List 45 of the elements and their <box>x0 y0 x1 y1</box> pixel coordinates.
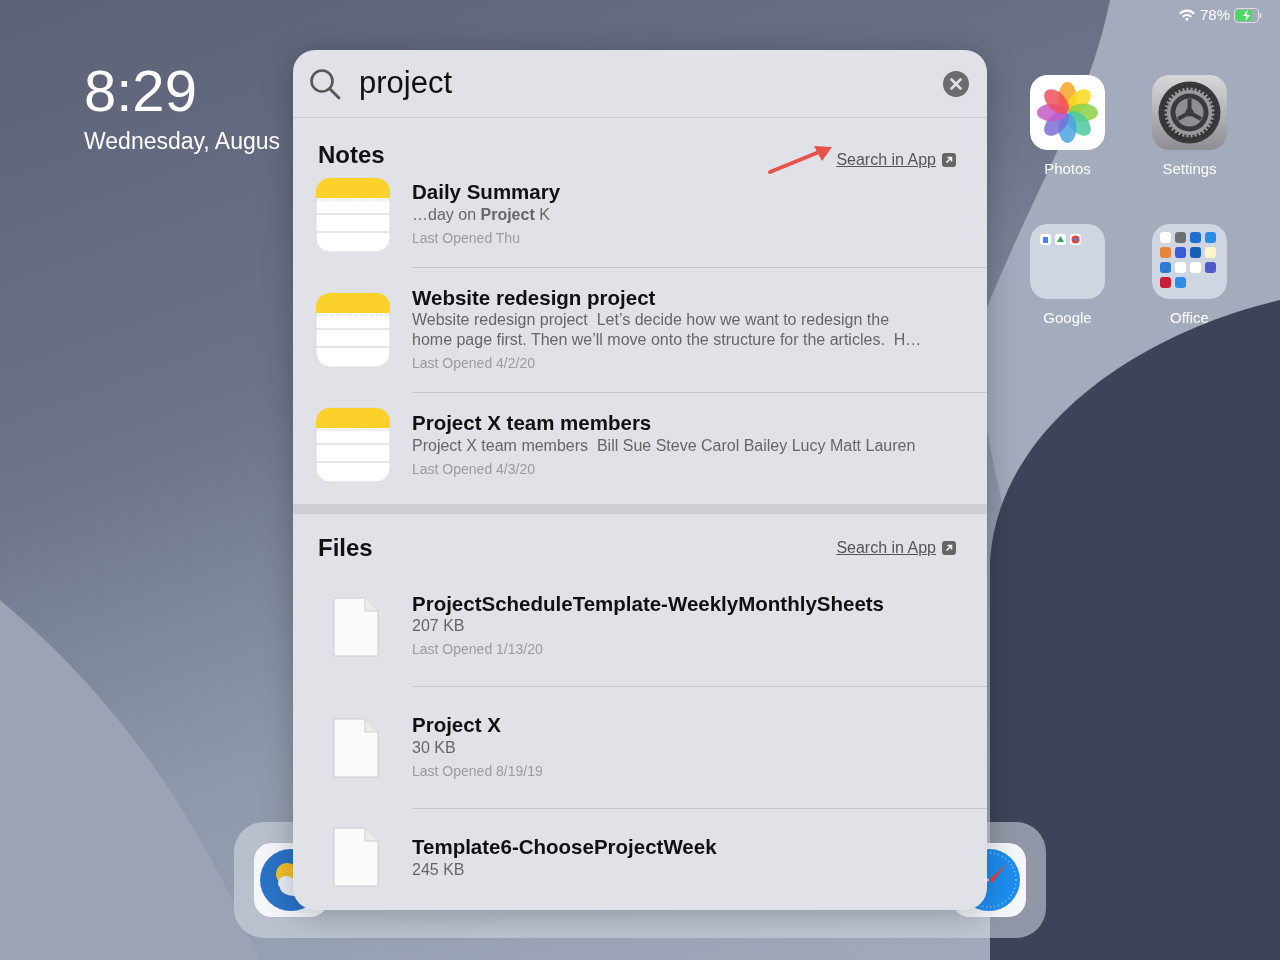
result-title: Daily Summary <box>412 180 562 205</box>
file-icon <box>332 596 379 657</box>
result-title: Website redesign project <box>412 285 657 311</box>
date-text: Wednesday, Augus <box>84 127 281 156</box>
photos-app-icon[interactable] <box>1030 75 1105 150</box>
clock-time: 8:29 <box>84 62 198 120</box>
result-snippet: 245 KB <box>412 859 466 880</box>
app-label: Settings <box>1162 159 1217 179</box>
search-in-app-link[interactable]: Search in App <box>836 535 956 560</box>
notes-icon <box>314 176 391 253</box>
result-snippet: Project X team members Bill Sue Steve Carol Bailey Lucy Matt Lauren <box>412 435 917 456</box>
last-opened-text: Last Opened 4/2/20 <box>412 354 536 374</box>
section-title: Files <box>318 532 373 563</box>
file-icon <box>332 827 379 888</box>
notes-icon <box>314 407 391 484</box>
file-icon <box>332 718 379 779</box>
battery-percent: 78% <box>1199 5 1230 25</box>
result-snippet: Website redesign project Let’s decide how we want to redesign the home page first. Then we’ll move onto the structure for the articles. H… <box>412 310 923 351</box>
section-title: Notes <box>318 140 385 170</box>
battery-icon <box>1234 7 1262 23</box>
search-field[interactable]: project <box>341 60 943 107</box>
app-label: Photos <box>1044 159 1091 179</box>
last-opened-text: Last Opened 8/19/19 <box>412 761 544 781</box>
arrow-annotation <box>768 146 833 174</box>
last-opened-text: Last Opened Thu <box>412 228 521 248</box>
gear-icon[interactable] <box>1152 75 1227 150</box>
search-in-app-link[interactable]: Search in App <box>836 148 956 172</box>
external-link-icon <box>942 540 956 555</box>
folder-icon[interactable] <box>1152 224 1227 299</box>
last-opened-text: Last Opened 1/13/20 <box>412 640 544 660</box>
app-label: Google <box>1043 308 1092 328</box>
result-title: Project X <box>412 713 502 738</box>
result-snippet: …day on Project K <box>412 204 551 225</box>
search-icon <box>309 67 341 100</box>
clear-button[interactable] <box>943 70 969 97</box>
result-title: ProjectScheduleTemplate-WeeklyMonthlySheets <box>412 591 885 617</box>
notes-icon <box>314 292 391 369</box>
wifi-icon <box>1177 8 1196 23</box>
result-snippet: 207 KB <box>412 616 466 637</box>
last-opened-text: Last Opened 4/3/20 <box>412 459 536 479</box>
app-label: Office <box>1170 308 1209 328</box>
external-link-icon <box>942 153 956 167</box>
result-snippet: 30 KB <box>412 737 457 758</box>
result-title: Project X team members <box>412 411 653 436</box>
result-title: Template6-ChooseProjectWeek <box>412 834 718 860</box>
